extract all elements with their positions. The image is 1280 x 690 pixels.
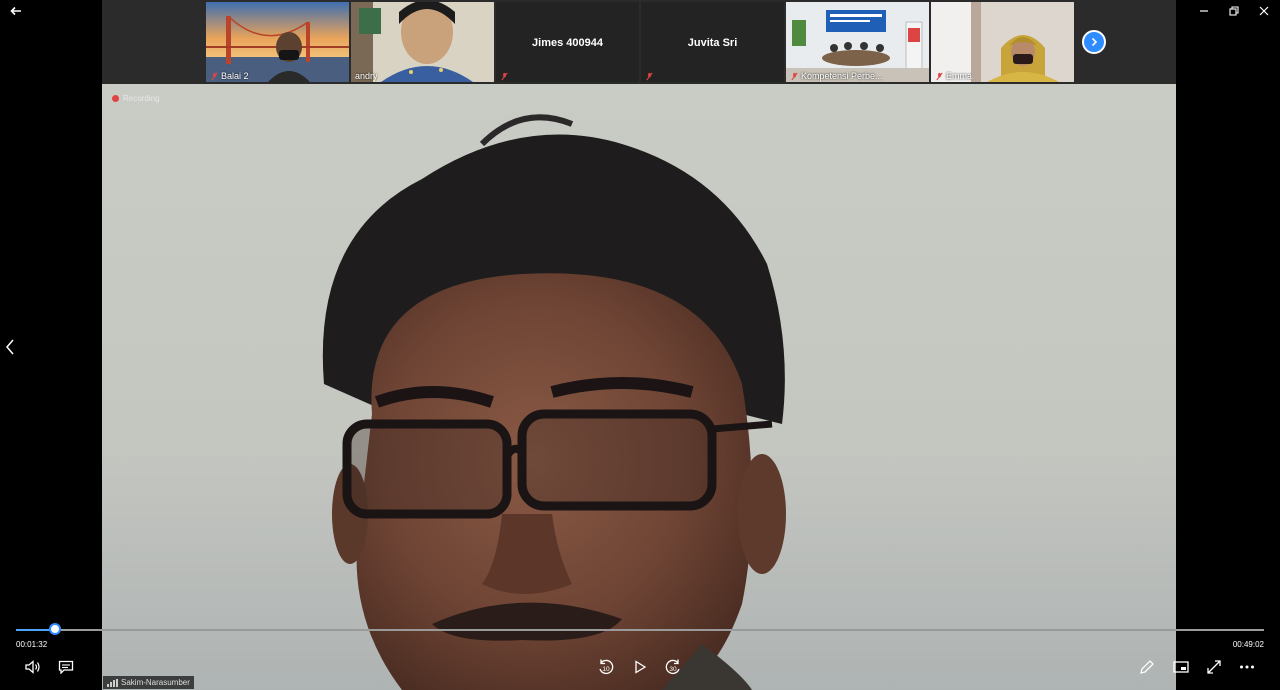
participant-name: Jimes 400944: [532, 37, 603, 49]
skip-forward-label: 30: [669, 666, 677, 673]
mic-off-icon: [646, 72, 653, 81]
skip-back-label: 10: [602, 666, 610, 673]
mic-off-icon: [501, 72, 508, 81]
seek-bar[interactable]: [16, 623, 1264, 635]
participant-video: [206, 2, 349, 82]
total-time: 00:49:02: [1232, 640, 1264, 649]
active-speaker-name: Sakim-Narasumber: [121, 678, 190, 687]
mic-off-icon: [211, 72, 218, 80]
recording-indicator: Recording: [112, 94, 159, 103]
fullscreen-button[interactable]: [1204, 658, 1224, 676]
participant-video: [931, 2, 1074, 82]
minimize-button[interactable]: [1193, 2, 1215, 20]
mini-view-button[interactable]: [1171, 658, 1191, 676]
active-speaker-label: Sakim-Narasumber: [103, 676, 194, 689]
participant-video: [351, 2, 494, 82]
volume-button[interactable]: [23, 658, 43, 676]
arrow-left-icon: [10, 6, 21, 16]
participant-video: [786, 2, 929, 82]
recording-dot-icon: [112, 95, 119, 102]
rewind-10-icon: 10: [599, 659, 614, 675]
seek-handle[interactable]: [48, 623, 61, 635]
play-button[interactable]: [630, 658, 650, 676]
edit-button[interactable]: [1137, 658, 1157, 676]
participant-tile[interactable]: Emma: [931, 2, 1074, 82]
restore-button[interactable]: [1223, 2, 1245, 20]
pencil-icon: [1140, 660, 1154, 674]
minimize-icon: [1200, 10, 1208, 12]
chat-bubble-icon: [58, 660, 74, 674]
signal-icon: [107, 678, 118, 687]
participant-tile[interactable]: andry: [351, 2, 494, 82]
participant-tile[interactable]: Jimes 400944: [496, 2, 639, 82]
next-participants-button[interactable]: [1082, 30, 1106, 54]
participant-name: Balai 2: [221, 71, 249, 81]
close-window-button[interactable]: [1253, 2, 1275, 20]
back-button[interactable]: [6, 2, 26, 20]
forward-30-icon: 30: [665, 659, 680, 675]
participant-name: Emma: [946, 71, 973, 81]
participant-tile[interactable]: Kompetensi Perbe...: [786, 2, 929, 82]
play-icon: [635, 660, 647, 674]
expand-icon: [1207, 660, 1221, 674]
speaker-video: Recording: [102, 84, 1176, 690]
chevron-left-icon: [6, 339, 14, 355]
recording-label: Recording: [123, 94, 160, 103]
picture-in-picture-icon: [1173, 661, 1189, 673]
participant-tile[interactable]: Balai 2: [206, 2, 349, 82]
participant-name: Kompetensi Perbe...: [801, 71, 883, 81]
skip-forward-button[interactable]: 30: [663, 658, 683, 676]
restore-icon: [1229, 6, 1239, 16]
participant-strip: Balai 2 andry Jimes 400944 Juvita Sri Ko…: [102, 0, 1176, 84]
chevron-right-icon: [1091, 37, 1098, 47]
mic-off-icon: [791, 72, 798, 80]
participant-tile[interactable]: Juvita Sri: [641, 2, 784, 82]
close-icon: [1259, 6, 1269, 16]
current-time: 00:01:32: [16, 640, 48, 649]
previous-page-button[interactable]: [2, 336, 18, 358]
captions-button[interactable]: [56, 658, 76, 676]
speaker-icon: [25, 660, 40, 674]
speaker-face: [322, 114, 786, 690]
participant-name: andry: [355, 71, 378, 81]
skip-back-button[interactable]: 10: [596, 658, 616, 676]
participant-name: Juvita Sri: [687, 37, 738, 49]
more-options-button[interactable]: [1237, 658, 1257, 676]
more-icon: [1240, 665, 1254, 669]
mic-off-icon: [936, 72, 943, 80]
